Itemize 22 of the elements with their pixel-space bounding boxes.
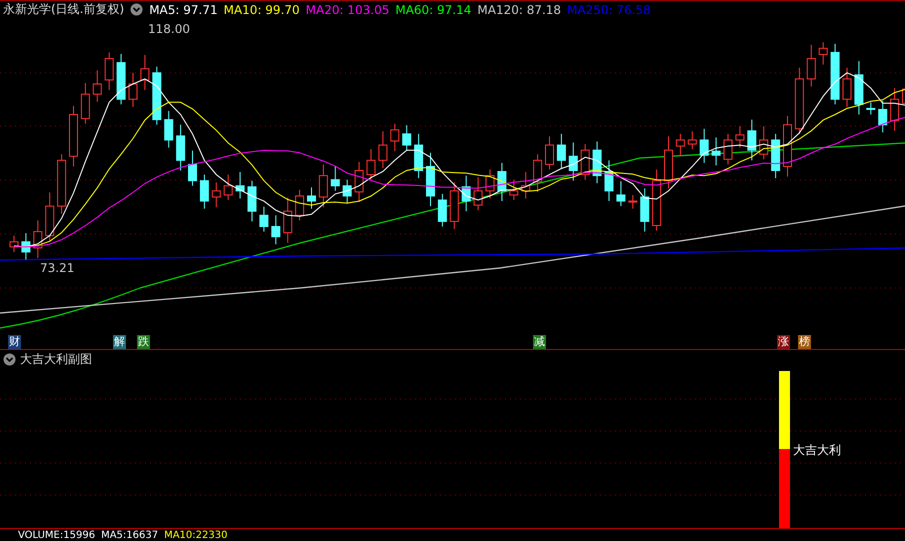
panel-title: 大吉大利副图 (20, 350, 92, 368)
signal-tag: 财 (8, 335, 21, 349)
indicator-value: MA10: 99.70 (224, 2, 300, 16)
low-price-label: 73.21 (40, 261, 74, 275)
volume-indicator: MA10:22330 (164, 530, 228, 541)
high-price-label: 118.00 (148, 22, 190, 36)
signal-tag: 跌 (137, 335, 150, 349)
stock-title: 永新光学(日线.前复权) (3, 1, 124, 18)
indicator-value: MA250: 76.58 (567, 2, 651, 16)
bar-label: 大吉大利 (793, 442, 841, 459)
signal-tag: 榜 (798, 335, 811, 349)
dropdown-icon[interactable] (3, 352, 16, 366)
signal-tag: 减 (533, 335, 546, 349)
indicator-value: MA20: 103.05 (306, 2, 390, 16)
dropdown-icon[interactable] (130, 3, 144, 16)
signal-tag: 涨 (777, 335, 790, 349)
signal-tag: 解 (113, 335, 126, 349)
volume-indicator: MA5:16637 (101, 530, 158, 541)
indicator-value: MA60: 97.14 (395, 2, 472, 16)
indicator-value: MA5: 97.71 (149, 2, 218, 16)
indicator-value: MA120: 87.18 (477, 2, 562, 16)
volume-indicator: VOLUME:15996 (18, 530, 96, 541)
